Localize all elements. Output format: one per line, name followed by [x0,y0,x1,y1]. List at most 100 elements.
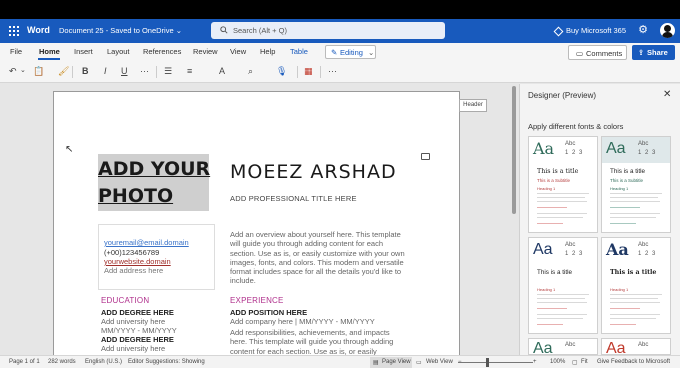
degree-1[interactable]: ADD DEGREE HERE [101,308,174,317]
card-line [537,207,567,208]
more-icon[interactable]: ··· [140,65,149,77]
bold-icon[interactable]: B [82,65,89,77]
tab-references[interactable]: References [143,47,181,56]
italic-icon[interactable]: I [104,65,107,77]
feedback-link[interactable]: Give Feedback to Microsoft [597,359,670,365]
web-view-button[interactable]: Web View [426,359,453,365]
card-line [610,207,640,208]
experience-heading[interactable]: EXPERIENCE [230,296,284,305]
card-line [537,217,583,218]
tab-layout[interactable]: Layout [107,47,130,56]
design-card[interactable]: Aa Abc 1 2 3 This is a title This is a S… [601,136,671,233]
format-painter-icon[interactable]: 🖌 [58,65,69,77]
editor-suggestions[interactable]: Editor Suggestions: Showing [128,359,205,365]
bullets-icon[interactable]: ☰ [164,65,172,77]
card-heading: Heading 1 [537,186,556,191]
ribbon-toolbar: ↶ ⌄ 📋 🖌 B I U ··· ☰ ≡ A ⌕ 🎙 ▦ ··· [0,60,680,83]
app-launcher-icon[interactable] [9,26,19,36]
degree-2[interactable]: ADD DEGREE HERE [101,335,174,344]
professional-title[interactable]: ADD PROFESSIONAL TITLE HERE [230,194,357,203]
experience-description[interactable]: Add responsibilities, achievements, and … [230,328,408,356]
resume-name[interactable]: MOEEZ ARSHAD [230,161,397,183]
card-title: This is a title [537,269,572,276]
fit-button[interactable]: Fit [581,359,588,365]
align-icon[interactable]: ≡ [187,65,192,77]
document-title[interactable]: Document 25 - Saved to OneDrive ⌄ [59,26,182,35]
tab-review[interactable]: Review [193,47,218,56]
gear-icon[interactable]: ⚙ [637,24,649,36]
card-line [610,217,656,218]
card-title: This is a title [610,168,645,175]
address-text[interactable]: Add address here [104,266,163,276]
undo-icon[interactable]: ↶ [9,65,17,77]
dates-1[interactable]: MM/YYYY - MM/YYYY [101,326,177,335]
tab-home[interactable]: Home [39,47,60,56]
dictate-icon[interactable]: 🎙 [276,65,287,77]
zoom-level[interactable]: 100% [550,359,565,365]
vertical-scrollbar[interactable] [512,86,516,214]
editing-mode-button[interactable]: ✎ Editing ⌄ [325,45,376,59]
tab-view[interactable]: View [230,47,246,56]
zoom-in-button[interactable]: + [533,359,537,365]
more-options-icon[interactable]: ··· [328,65,337,77]
card-line [610,302,660,303]
search-input[interactable]: Search (Alt + Q) [211,22,445,39]
paste-icon[interactable]: 📋 [33,65,44,77]
chevron-down-icon[interactable]: ⌄ [20,65,26,77]
education-heading[interactable]: EDUCATION [101,296,149,305]
underline-icon[interactable]: U [121,65,128,77]
avatar[interactable] [660,23,675,38]
tab-file[interactable]: File [10,47,22,56]
card-aa: Aa [533,340,553,355]
pencil-icon: ✎ [331,48,338,57]
close-icon[interactable]: ✕ [663,89,671,100]
overview-paragraph[interactable]: Add an overview about yourself here. Thi… [230,230,408,286]
card-line [537,197,585,198]
comments-button[interactable]: ▭ Comments [568,45,627,60]
card-heading: Heading 1 [610,287,629,292]
tab-insert[interactable]: Insert [74,47,93,56]
design-card[interactable]: Aa Abc 1 2 3 This is a title Heading 1 [528,237,598,334]
position-title[interactable]: ADD POSITION HERE [230,308,307,317]
email-link[interactable]: youremail@email.domain [104,238,189,248]
page-count[interactable]: Page 1 of 1 [9,359,40,365]
language[interactable]: English (U.S.) [85,359,122,365]
app-name[interactable]: Word [27,25,50,35]
find-icon[interactable]: ⌕ [248,65,253,77]
zoom-slider[interactable] [458,362,533,363]
page-view-button[interactable]: Page View [382,359,411,365]
toolbar-divider [297,66,298,78]
fit-icon: ▢ [572,360,578,366]
design-card[interactable]: Aa Abc 1 2 3 This is a title This is a S… [528,136,598,233]
header-tag[interactable]: Header [459,99,487,112]
styles-icon[interactable]: A [219,65,225,77]
share-button[interactable]: ⇪ Share [632,45,675,60]
toolbar-divider [72,66,73,78]
card-line [610,314,660,315]
designer-icon[interactable]: ▦ [304,65,313,77]
university-1[interactable]: Add university here [101,317,165,326]
designer-title: Designer (Preview) [528,91,597,100]
tab-help[interactable]: Help [260,47,275,56]
card-nums: 1 2 3 [638,150,657,156]
design-card[interactable]: Aa Abc [601,338,671,355]
photo-placeholder[interactable]: ADD YOUR PHOTO [98,156,213,210]
buy-microsoft-365-link[interactable]: Buy Microsoft 365 [553,26,626,36]
tab-table[interactable]: Table [290,47,308,56]
zoom-slider-thumb[interactable] [486,358,489,367]
card-line [610,201,660,202]
word-count[interactable]: 282 words [48,359,76,365]
company-line[interactable]: Add company here | MM/YYYY - MM/YYYY [230,317,375,326]
card-abc: Abc [638,242,649,248]
design-card[interactable]: Aa Abc 1 2 3 This is a title Heading 1 [601,237,671,334]
card-line [610,298,658,299]
design-card[interactable]: Aa Abc [528,338,598,355]
card-subtitle: This is a Subtitle [610,178,644,183]
card-aa: Aa [606,340,626,355]
card-abc: Abc [565,141,576,147]
comment-marker-icon[interactable] [421,153,430,160]
university-2[interactable]: Add university here [101,344,165,353]
card-line [537,314,587,315]
card-line [610,308,640,309]
card-abc: Abc [565,342,576,348]
